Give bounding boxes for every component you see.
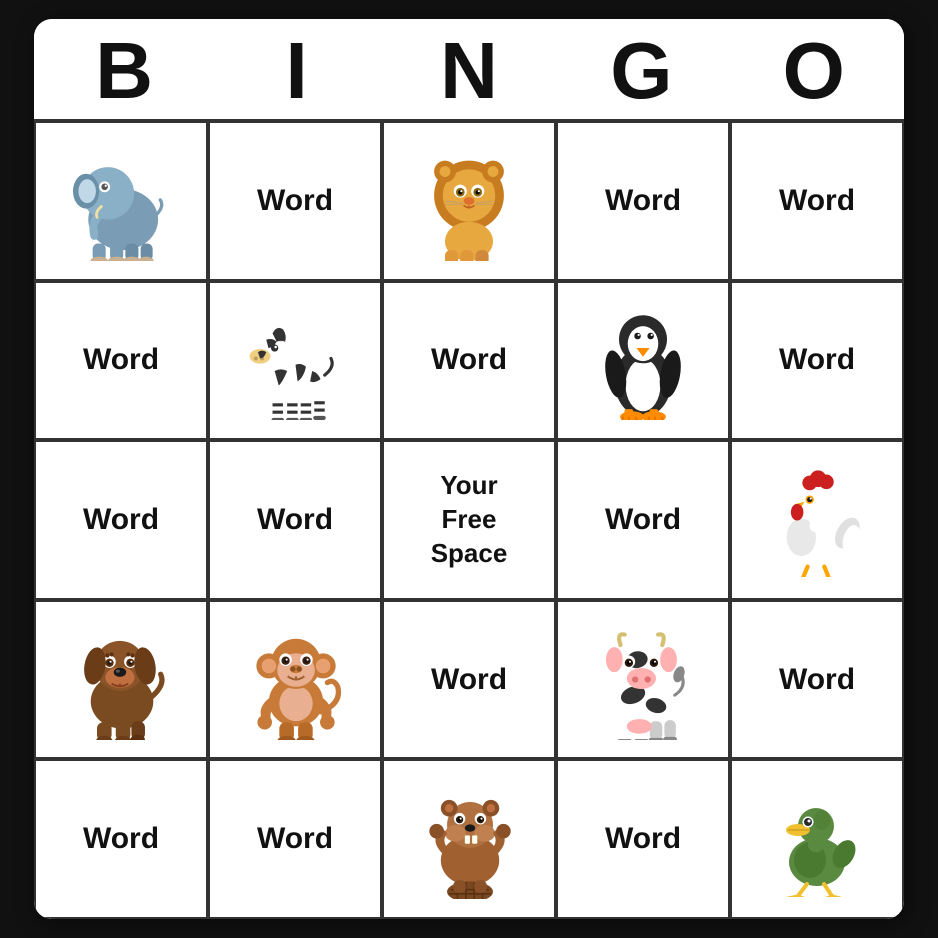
bingo-grid: Word <box>34 119 904 919</box>
cell-3-2[interactable]: Word <box>382 600 556 760</box>
header-g: G <box>555 27 727 115</box>
monkey-icon <box>210 602 380 758</box>
cell-2-3[interactable]: Word <box>556 440 730 600</box>
word-label: Word <box>257 184 333 218</box>
cell-2-0[interactable]: Word <box>34 440 208 600</box>
penguin-icon <box>558 283 728 439</box>
word-label: Word <box>257 503 333 537</box>
elephant-icon <box>36 123 206 279</box>
cell-3-1[interactable] <box>208 600 382 760</box>
cell-2-1[interactable]: Word <box>208 440 382 600</box>
cell-0-3[interactable]: Word <box>556 121 730 281</box>
cell-4-4[interactable] <box>730 759 904 919</box>
cell-1-0[interactable]: Word <box>34 281 208 441</box>
cell-1-3[interactable] <box>556 281 730 441</box>
header-o: O <box>728 27 900 115</box>
cow-icon <box>558 602 728 758</box>
word-label: Word <box>83 822 159 856</box>
cell-3-0[interactable] <box>34 600 208 760</box>
free-space-label: YourFreeSpace <box>431 469 508 570</box>
cell-2-4[interactable] <box>730 440 904 600</box>
cell-3-4[interactable]: Word <box>730 600 904 760</box>
header-i: I <box>210 27 382 115</box>
header-b: B <box>38 27 210 115</box>
cell-4-1[interactable]: Word <box>208 759 382 919</box>
cell-4-2[interactable] <box>382 759 556 919</box>
cell-4-3[interactable]: Word <box>556 759 730 919</box>
cell-0-4[interactable]: Word <box>730 121 904 281</box>
duck-icon <box>732 761 902 917</box>
cell-free-space[interactable]: YourFreeSpace <box>382 440 556 600</box>
word-label: Word <box>779 184 855 218</box>
beaver-icon <box>384 761 554 917</box>
bingo-header: B I N G O <box>34 19 904 119</box>
cell-1-1[interactable] <box>208 281 382 441</box>
cell-1-2[interactable]: Word <box>382 281 556 441</box>
cell-0-2[interactable] <box>382 121 556 281</box>
word-label: Word <box>431 343 507 377</box>
cell-3-3[interactable] <box>556 600 730 760</box>
cell-0-0[interactable] <box>34 121 208 281</box>
word-label: Word <box>779 343 855 377</box>
word-label: Word <box>605 184 681 218</box>
dog-icon <box>36 602 206 758</box>
word-label: Word <box>83 503 159 537</box>
cell-0-1[interactable]: Word <box>208 121 382 281</box>
word-label: Word <box>83 343 159 377</box>
zebra-icon <box>210 283 380 439</box>
cell-1-4[interactable]: Word <box>730 281 904 441</box>
chicken-icon <box>732 442 902 598</box>
word-label: Word <box>779 663 855 697</box>
word-label: Word <box>431 663 507 697</box>
word-label: Word <box>605 822 681 856</box>
lion-icon <box>384 123 554 279</box>
header-n: N <box>383 27 555 115</box>
word-label: Word <box>257 822 333 856</box>
word-label: Word <box>605 503 681 537</box>
bingo-card: B I N G O <box>34 19 904 919</box>
cell-4-0[interactable]: Word <box>34 759 208 919</box>
